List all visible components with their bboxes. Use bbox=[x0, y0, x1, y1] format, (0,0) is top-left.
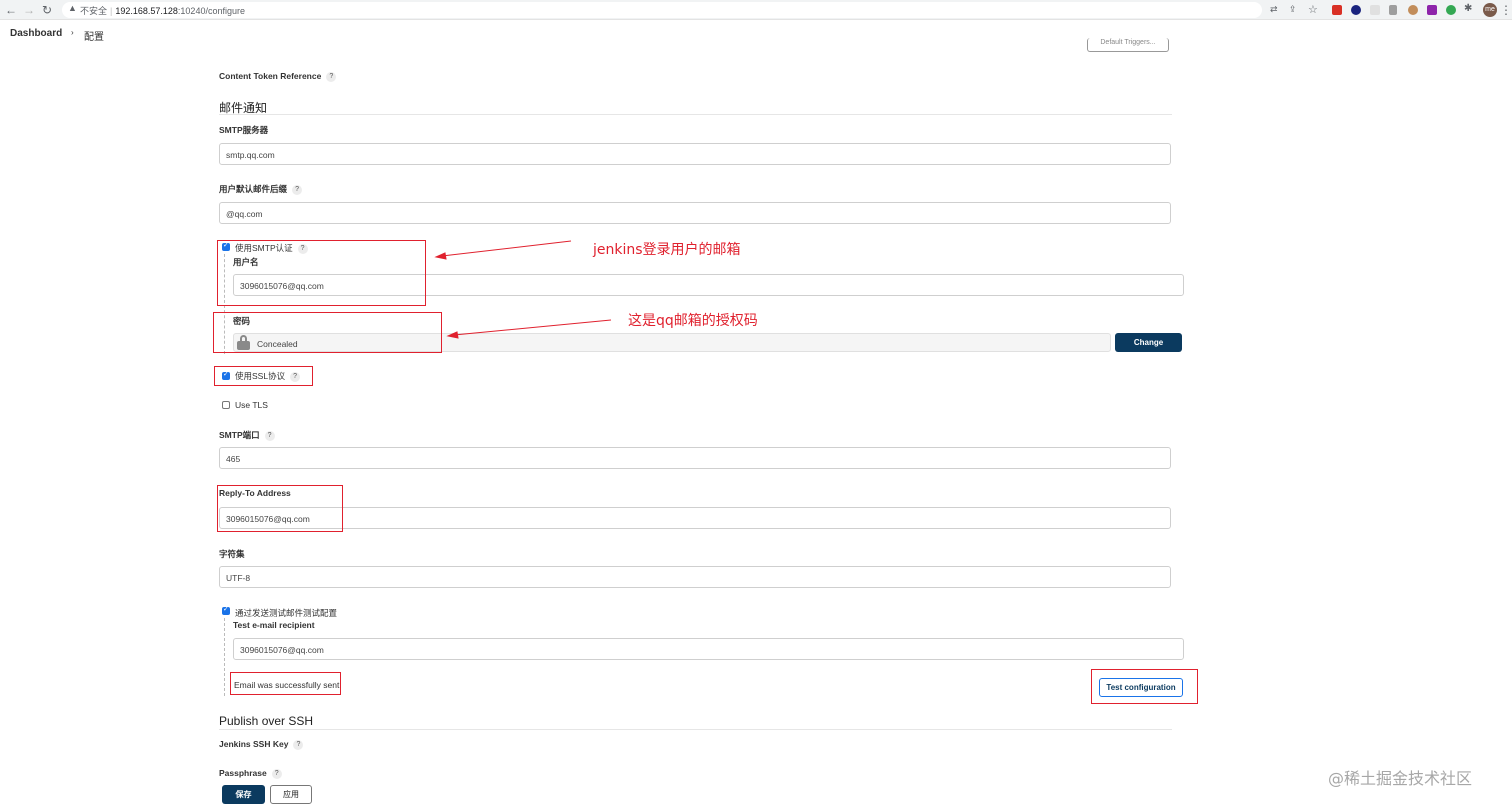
watermark: @稀土掘金技术社区 bbox=[1328, 769, 1473, 788]
arrow-2 bbox=[446, 319, 612, 339]
annotation-password-note: 这是qq邮箱的授权码 bbox=[628, 313, 758, 329]
annotation-arrows bbox=[434, 240, 612, 339]
annotation-username-note: jenkins登录用户的邮箱 bbox=[593, 242, 741, 258]
arrow-1 bbox=[434, 240, 572, 260]
